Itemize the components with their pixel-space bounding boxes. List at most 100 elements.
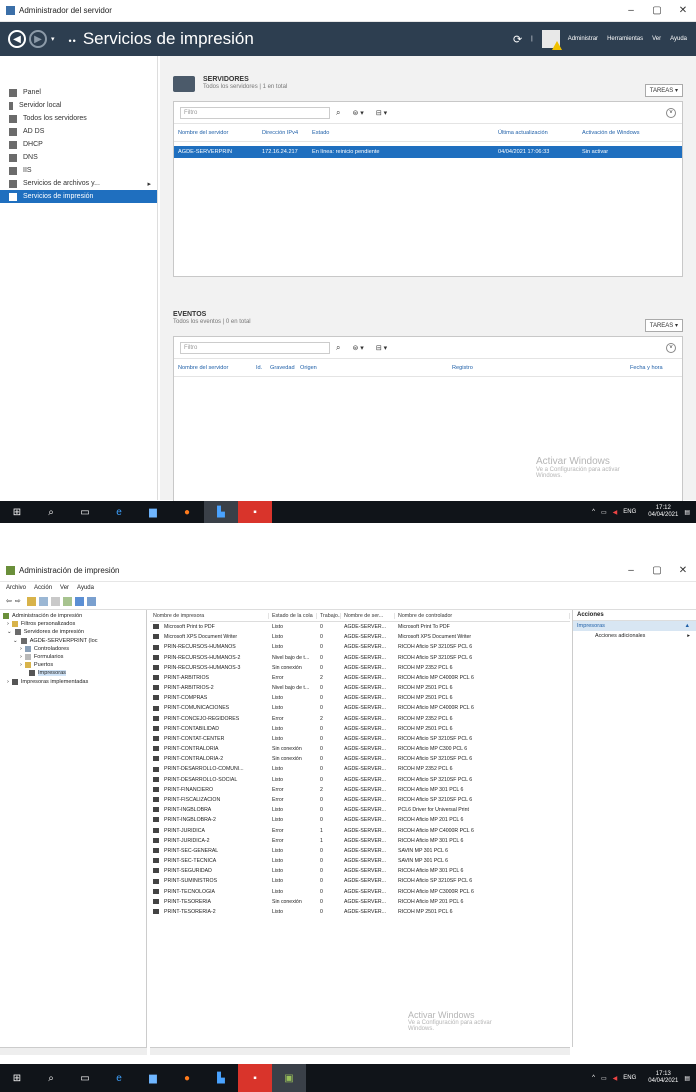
volume-icon[interactable]: ◀ (613, 509, 618, 516)
filter-options-button[interactable]: ⊜ ▾ (352, 109, 363, 117)
menu-ayuda[interactable]: Ayuda (77, 585, 94, 591)
table-row[interactable]: PRINT-CONTRALORIA Sin conexión 0 AGDE-SERVE… (150, 744, 570, 754)
col-source[interactable]: Origen (300, 365, 452, 371)
filter-save-button[interactable]: ⊟ ▾ (376, 344, 387, 352)
table-row[interactable]: PRINT-CONTRALORIA-2 Sin conexión 0 AGDE-SER… (150, 754, 570, 764)
menu-ver[interactable]: Ver (60, 585, 69, 591)
col-ipv4[interactable]: Dirección IPv4 (262, 130, 312, 136)
table-row[interactable]: PRINT-SEGURIDAD Listo 0 AGDE-SERVER... RICOH… (150, 866, 570, 876)
menu-ayuda[interactable]: Ayuda (670, 36, 687, 42)
col-printer-name[interactable]: Nombre de impresora (150, 612, 269, 619)
expand-icon[interactable]: › (20, 654, 22, 660)
sidebar-item-todos-servidores[interactable]: Todos los servidores (0, 112, 157, 125)
remote-app-icon[interactable]: ▪ (238, 1064, 272, 1092)
list-horizontal-scrollbar[interactable] (150, 1047, 570, 1055)
notifications-flag-icon[interactable] (541, 30, 562, 50)
col-server-name[interactable]: Nombre del servidor (178, 365, 256, 371)
menu-administrar[interactable]: Administrar (568, 36, 598, 42)
table-row[interactable]: PRINT-SUMINISTROS Listo 0 AGDE-SERVER... RIC… (150, 876, 570, 886)
sidebar-item-iis[interactable]: IIS (0, 164, 157, 177)
sidebar-item-dns[interactable]: DNS (0, 151, 157, 164)
menu-archivo[interactable]: Archivo (6, 585, 26, 591)
table-row[interactable]: PRINT-CONCEJO-REGIDORES Error 2 AGDE-SERVER… (150, 714, 570, 724)
task-view-icon[interactable]: ▭ (68, 501, 102, 523)
table-row[interactable]: PRINT-CONTAT-CENTER Listo 0 AGDE-SERVER... R… (150, 734, 570, 744)
col-log[interactable]: Registro (452, 365, 630, 371)
col-queue-status[interactable]: Estado de la cola (269, 612, 317, 619)
edge-icon[interactable]: e (102, 501, 136, 523)
properties-icon[interactable] (86, 597, 96, 606)
edge-icon[interactable]: e (102, 1064, 136, 1092)
tree-horizontal-scrollbar[interactable] (0, 1047, 147, 1055)
table-row[interactable]: PRINT-JURIDICA Error 1 AGDE-SERVER... RICOH … (150, 825, 570, 835)
col-state[interactable]: Estado (312, 130, 498, 136)
col-id[interactable]: Id. (256, 365, 270, 371)
sidebar-item-panel[interactable]: Panel (0, 86, 157, 99)
table-row[interactable]: PRINT-ARBITRIOS Error 2 AGDE-SERVER... RICOH… (150, 673, 570, 683)
language-indicator[interactable]: ENG (623, 509, 636, 515)
table-row[interactable]: PRINT-TECNOLOGIA Listo 0 AGDE-SERVER... RICO… (150, 886, 570, 896)
minimize-button[interactable]: – (618, 565, 644, 576)
expand-icon[interactable]: › (20, 646, 22, 652)
network-icon[interactable]: ▭ (601, 1075, 607, 1082)
table-row[interactable]: PRIN-RECURSOS-HUMANOS Listo 0 AGDE-SERVER..… (150, 642, 570, 652)
sidebar-item-servicios-impresion[interactable]: Servicios de impresión (0, 190, 157, 203)
tree-node-forms[interactable]: › Formularios (0, 653, 146, 661)
tree-node-ports[interactable]: › Puertos (0, 661, 146, 669)
table-row[interactable]: PRINT-CONTABILIDAD Listo 0 AGDE-SERVER... RI… (150, 724, 570, 734)
language-indicator[interactable]: ENG (623, 1075, 636, 1081)
table-row[interactable]: Microsoft Print to PDF Listo 0 AGDE-SERVER.… (150, 622, 570, 632)
table-row[interactable]: PRINT-FINANCIERO Error 2 AGDE-SERVER... RICO… (150, 785, 570, 795)
volume-icon[interactable]: ◀ (613, 1075, 618, 1082)
search-icon[interactable]: ⌕ (34, 1064, 68, 1092)
file-explorer-icon[interactable]: ▆ (136, 1064, 170, 1092)
view-list-icon[interactable] (38, 597, 48, 606)
tree-node-server[interactable]: ⌄ AGDE-SERVERPRINT (loc (0, 637, 146, 645)
back-arrow-icon[interactable]: ◀ (8, 30, 26, 48)
table-row[interactable]: PRINT-TESORERIA-2 Listo 0 AGDE-SERVER... RIC… (150, 907, 570, 917)
start-button-icon[interactable]: ⊞ (0, 501, 34, 523)
refresh-icon[interactable]: ⟳ (513, 33, 522, 46)
table-row[interactable]: PRIN-RECURSOS-HUMANOS-2 Nivel bajo de t..… (150, 653, 570, 663)
servers-tasks-button[interactable]: TAREAS ▾ (644, 84, 683, 97)
search-icon[interactable]: ⌕ (34, 501, 68, 523)
notification-center-icon[interactable]: ▤ (684, 1075, 690, 1082)
minimize-button[interactable]: – (618, 5, 644, 16)
tray-chevron-icon[interactable]: ^ (592, 1075, 595, 1081)
server-manager-taskbar-icon[interactable]: ▙ (204, 1064, 238, 1092)
table-row[interactable]: PRIN-RECURSOS-HUMANOS-3 Sin conexión 0 AGDE… (150, 663, 570, 673)
expand-icon[interactable]: › (20, 662, 22, 668)
clock[interactable]: 17:12 04/04/2021 (642, 505, 678, 519)
tree-node-deployed-printers[interactable]: › Impresoras implementadas (0, 678, 146, 686)
folder-icon[interactable] (26, 597, 36, 606)
search-icon[interactable]: ⌕ (336, 343, 340, 353)
menu-ver[interactable]: Ver (652, 36, 661, 42)
actions-more[interactable]: Acciones adicionales ▸ (573, 631, 696, 641)
tray-chevron-icon[interactable]: ^ (592, 509, 595, 515)
col-date-time[interactable]: Fecha y hora (630, 365, 678, 371)
expand-icon[interactable]: › (7, 679, 9, 685)
col-last-update[interactable]: Última actualización (498, 130, 582, 136)
help-icon[interactable] (74, 597, 84, 606)
col-severity[interactable]: Gravedad (270, 365, 300, 371)
sidebar-item-dhcp[interactable]: DHCP (0, 138, 157, 151)
print-management-taskbar-icon[interactable]: ▣ (272, 1064, 306, 1092)
col-jobs[interactable]: Trabajo... (317, 612, 341, 619)
col-server-name[interactable]: Nombre de ser... (341, 612, 395, 619)
firefox-icon[interactable]: ● (170, 501, 204, 523)
menu-herramientas[interactable]: Herramientas (607, 36, 643, 42)
table-row[interactable]: PRINT-DESARROLLO-SOCIAL Listo 0 AGDE-SERVER… (150, 775, 570, 785)
export-icon[interactable] (50, 597, 60, 606)
network-icon[interactable]: ▭ (601, 509, 607, 516)
table-row[interactable]: PRINT-INGBLOBRA-2 Listo 0 AGDE-SERVER... RIC… (150, 815, 570, 825)
table-row[interactable]: PRINT-JURIDICA-2 Error 1 AGDE-SERVER... RICO… (150, 836, 570, 846)
tree-node-printers[interactable]: Impresoras (0, 669, 146, 677)
filter-options-button[interactable]: ⊜ ▾ (352, 344, 363, 352)
expand-collapse-icon[interactable]: ˅ (666, 107, 676, 118)
collapse-icon[interactable]: ⌄ (7, 629, 12, 635)
refresh-icon[interactable] (62, 597, 72, 606)
close-button[interactable]: ✕ (670, 5, 696, 16)
expand-collapse-icon[interactable]: ˅ (666, 342, 676, 353)
clock[interactable]: 17:13 04/04/2021 (642, 1071, 678, 1085)
firefox-icon[interactable]: ● (170, 1064, 204, 1092)
